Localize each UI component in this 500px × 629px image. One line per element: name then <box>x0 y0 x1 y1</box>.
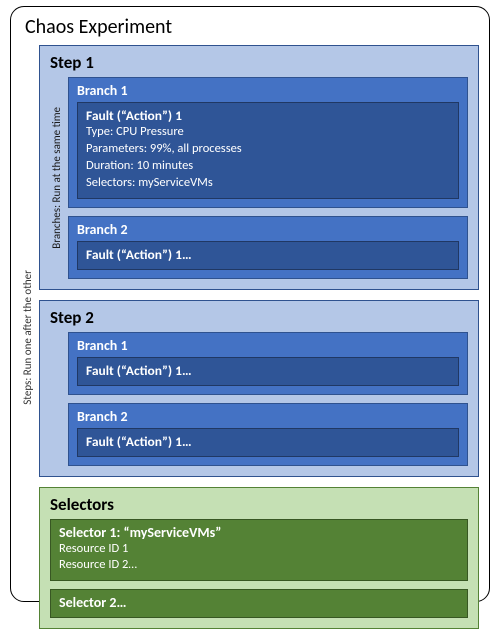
fault-line: Duration: 10 minutes <box>86 158 450 175</box>
step-title: Step 2 <box>50 307 468 328</box>
branch-stack: Branch 1 Fault (“Action”) 1 Type: CPU Pr… <box>68 77 468 279</box>
branch-1: Branch 1 Fault (“Action”) 1 Type: CPU Pr… <box>68 77 468 208</box>
experiment-container: Chaos Experiment Steps: Run one after th… <box>10 6 490 602</box>
steps-side-label: Steps: Run one after the other <box>21 270 37 405</box>
fault-line: Parameters: 99%, all processes <box>86 141 450 158</box>
fault-title: Fault (“Action”) 1… <box>86 362 450 379</box>
selectors-section: Selectors Selector 1: “myServiceVMs” Res… <box>39 487 479 629</box>
selector-stack: Selector 1: “myServiceVMs” Resource ID 1… <box>50 519 468 619</box>
fault-box: Fault (“Action”) 1… <box>77 357 459 386</box>
branch-title: Branch 2 <box>77 221 459 238</box>
selector-line: Resource ID 1 <box>59 541 459 558</box>
fault-line: Selectors: myServiceVMs <box>86 175 450 192</box>
branch-title: Branch 2 <box>77 408 459 425</box>
selector-2: Selector 2… <box>50 589 468 618</box>
fault-title: Fault (“Action”) 1… <box>86 246 450 263</box>
fault-title: Fault (“Action”) 1 <box>86 107 450 124</box>
fault-box: Fault (“Action”) 1 Type: CPU Pressure Pa… <box>77 102 459 199</box>
step-2: Step 2 Branch 1 Fault (“Action”) 1… Bran… <box>39 300 479 477</box>
content-row: Steps: Run one after the other Step 1 Br… <box>21 45 479 629</box>
fault-line: Type: CPU Pressure <box>86 124 450 141</box>
selector-title: Selector 2… <box>59 594 459 611</box>
selector-title: Selector 1: “myServiceVMs” <box>59 524 459 541</box>
selector-line: Resource ID 2… <box>59 557 459 574</box>
branch-1: Branch 1 Fault (“Action”) 1… <box>68 332 468 395</box>
main-stack: Step 1 Branches: Run at the same time Br… <box>39 45 479 629</box>
branch-2: Branch 2 Fault (“Action”) 1… <box>68 216 468 279</box>
step-1: Step 1 Branches: Run at the same time Br… <box>39 45 479 290</box>
selector-1: Selector 1: “myServiceVMs” Resource ID 1… <box>50 519 468 582</box>
branches-side-label: Branches: Run at the same time <box>50 107 64 249</box>
branch-title: Branch 1 <box>77 337 459 354</box>
page-title: Chaos Experiment <box>25 15 479 39</box>
fault-box: Fault (“Action”) 1… <box>77 241 459 270</box>
fault-box: Fault (“Action”) 1… <box>77 428 459 457</box>
fault-title: Fault (“Action”) 1… <box>86 433 450 450</box>
branch-stack: Branch 1 Fault (“Action”) 1… Branch 2 Fa… <box>68 332 468 466</box>
selectors-title: Selectors <box>50 494 468 515</box>
step-body: Branch 1 Fault (“Action”) 1… Branch 2 Fa… <box>50 332 468 466</box>
step-title: Step 1 <box>50 52 468 73</box>
branch-2: Branch 2 Fault (“Action”) 1… <box>68 403 468 466</box>
step-body: Branches: Run at the same time Branch 1 … <box>50 77 468 279</box>
branch-title: Branch 1 <box>77 82 459 99</box>
